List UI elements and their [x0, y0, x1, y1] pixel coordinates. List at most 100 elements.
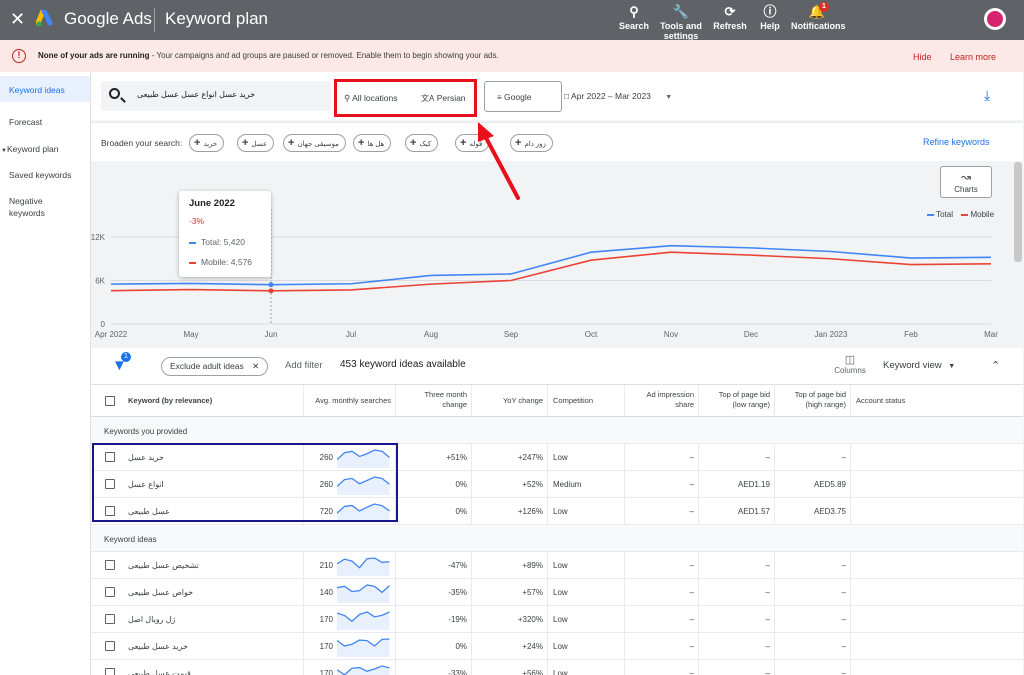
plus-icon: +	[460, 137, 467, 149]
x-tick-label: Aug	[424, 330, 438, 339]
row-checkbox[interactable]	[105, 641, 115, 651]
avg-searches-cell: 170	[319, 615, 333, 624]
learn-more-link[interactable]: Learn more	[950, 52, 996, 62]
competition-cell: Low	[553, 453, 568, 462]
tools-and-settings-button[interactable]: 🔧 Tools and settings	[658, 4, 704, 41]
divider	[154, 8, 155, 32]
y-tick-label: 12K	[91, 233, 106, 242]
notifications-button[interactable]: 🔔 1 Notifications	[791, 2, 846, 31]
competition-cell: Low	[553, 561, 568, 570]
keyword-view-dropdown[interactable]: Keyword view ▼	[883, 360, 955, 371]
yoy-change-cell: +247%	[517, 453, 543, 462]
top-bid-high-cell: –	[841, 615, 846, 624]
header-low-bid-line2: (low range)	[732, 400, 770, 409]
refine-keywords-button[interactable]: Refine keywords	[923, 137, 990, 147]
plus-icon: +	[194, 137, 201, 149]
sidebar-item-forecast[interactable]: Forecast	[0, 116, 90, 142]
y-tick-label: 6K	[95, 277, 105, 286]
data-point-total	[268, 282, 274, 288]
columns-button[interactable]: ◫ Columns	[833, 354, 867, 375]
sidebar-item-keyword-ideas[interactable]: Keyword ideas	[0, 76, 90, 102]
top-bid-high-cell: –	[841, 453, 846, 462]
avatar[interactable]	[984, 8, 1006, 30]
search-network-selector[interactable]: ≡ Google	[484, 81, 562, 112]
table-toolbar: ▼ 1 Exclude adult ideas ✕ Add filter 453…	[91, 348, 1023, 385]
table-row[interactable]: قیمت عسل طبیعی 170 -33% +56% Low – – –	[91, 660, 1023, 675]
search-button[interactable]: ⚲ Search	[617, 4, 651, 31]
top-bid-low-cell: –	[765, 669, 770, 675]
ad-impression-cell: –	[689, 615, 694, 624]
close-icon[interactable]: ✕	[252, 361, 259, 371]
chart-line-icon: ↝	[960, 170, 972, 184]
top-bid-high-cell: –	[841, 561, 846, 570]
search-label: Search	[618, 21, 650, 31]
refresh-label: Refresh	[713, 21, 747, 31]
refresh-button[interactable]: ⟳ Refresh	[712, 4, 748, 31]
broaden-chip[interactable]: + عسل	[237, 134, 275, 152]
table-row[interactable]: تشخیص عسل طبیعی 210 -47% +89% Low – – –	[91, 552, 1023, 579]
table-row[interactable]: خرید عسل طبیعی 170 0% +24% Low – – –	[91, 633, 1023, 660]
table-row[interactable]: ژل رویال اصل 170 -19% +320% Low – – –	[91, 606, 1023, 633]
sparkline	[337, 611, 390, 630]
yoy-change-cell: +52%	[522, 480, 543, 489]
chart-tooltip: June 2022 -3% Total: 5,420 Mobile: 4,576	[179, 191, 271, 277]
sidebar: Keyword ideas Forecast ▼Keyword plan Sav…	[0, 72, 91, 675]
exclude-adult-ideas-chip[interactable]: Exclude adult ideas ✕	[161, 357, 269, 376]
x-tick-label: Jul	[346, 330, 356, 339]
add-filter-button[interactable]: Add filter	[285, 360, 323, 371]
broaden-chip[interactable]: + هل ها	[353, 134, 392, 152]
hide-link[interactable]: Hide	[913, 52, 932, 62]
ad-impression-cell: –	[689, 453, 694, 462]
top-bid-low-cell: –	[765, 642, 770, 651]
scrollbar[interactable]	[1014, 162, 1022, 262]
table-header-row: Keyword (by relevance) Avg. monthly sear…	[91, 385, 1023, 417]
sidebar-item-label: Keyword plan	[6, 144, 59, 154]
row-checkbox[interactable]	[105, 587, 115, 597]
sidebar-item-negative-keywords[interactable]: Negative keywords	[0, 195, 60, 221]
location-selector[interactable]: ⚲ All locations	[344, 93, 398, 104]
y-tick-label: 0	[101, 320, 106, 329]
download-icon[interactable]: ⤓	[984, 88, 998, 102]
wrench-icon: 🔧	[672, 4, 690, 19]
row-checkbox[interactable]	[105, 668, 115, 675]
notification-badge: 1	[819, 2, 829, 12]
yoy-change-cell: +320%	[517, 615, 543, 624]
row-checkbox[interactable]	[105, 614, 115, 624]
broaden-chip[interactable]: + خرید	[189, 134, 225, 152]
yoy-change-cell: +126%	[517, 507, 543, 516]
competition-cell: Medium	[553, 480, 582, 489]
top-bid-high-cell: –	[841, 642, 846, 651]
broaden-chip[interactable]: + موسیقی جهان	[283, 134, 346, 152]
three-month-change-cell: 0%	[455, 642, 467, 651]
exclude-chip-label: Exclude adult ideas	[170, 361, 244, 371]
table-row[interactable]: خواص عسل طبیعی 140 -35% +57% Low – – –	[91, 579, 1023, 606]
keyword-search-input[interactable]: خرید عسل انواع عسل عسل طبیعی	[101, 81, 331, 111]
top-bid-high-cell: AED5.89	[813, 480, 846, 489]
row-checkbox[interactable]	[105, 560, 115, 570]
top-bid-low-cell: –	[765, 561, 770, 570]
help-button[interactable]: ⓘ Help	[757, 4, 783, 31]
header-high-bid-line2: (high range)	[805, 400, 846, 409]
legend-total: Total	[936, 210, 953, 219]
date-range-selector[interactable]: □ Apr 2022 – Mar 2023 ▼	[564, 91, 672, 101]
close-icon[interactable]: ✕	[10, 9, 25, 29]
columns-label: Columns	[834, 366, 866, 375]
x-tick-label: Sep	[504, 330, 519, 339]
page-title: Keyword plan	[165, 9, 269, 28]
refresh-icon: ⟳	[724, 4, 736, 19]
top-bid-low-cell: –	[765, 453, 770, 462]
sidebar-item-keyword-plan[interactable]: ▼Keyword plan	[0, 143, 90, 169]
collapse-chevron-icon[interactable]: ⌃	[991, 359, 1000, 372]
top-bid-high-cell: –	[841, 588, 846, 597]
sidebar-item-saved-keywords[interactable]: Saved keywords	[0, 169, 90, 195]
keyword-cell: قیمت عسل طبیعی	[128, 669, 191, 675]
sidebar-item-label: Saved keywords	[9, 170, 72, 180]
ad-impression-cell: –	[689, 588, 694, 597]
yoy-change-cell: +56%	[522, 669, 543, 675]
ad-impression-cell: –	[689, 669, 694, 675]
select-all-checkbox[interactable]	[105, 396, 115, 406]
broaden-chip[interactable]: + کیک	[405, 134, 439, 152]
three-month-change-cell: 0%	[455, 480, 467, 489]
charts-button[interactable]: ↝ Charts	[940, 166, 992, 198]
language-selector[interactable]: 文A Persian	[421, 93, 466, 104]
